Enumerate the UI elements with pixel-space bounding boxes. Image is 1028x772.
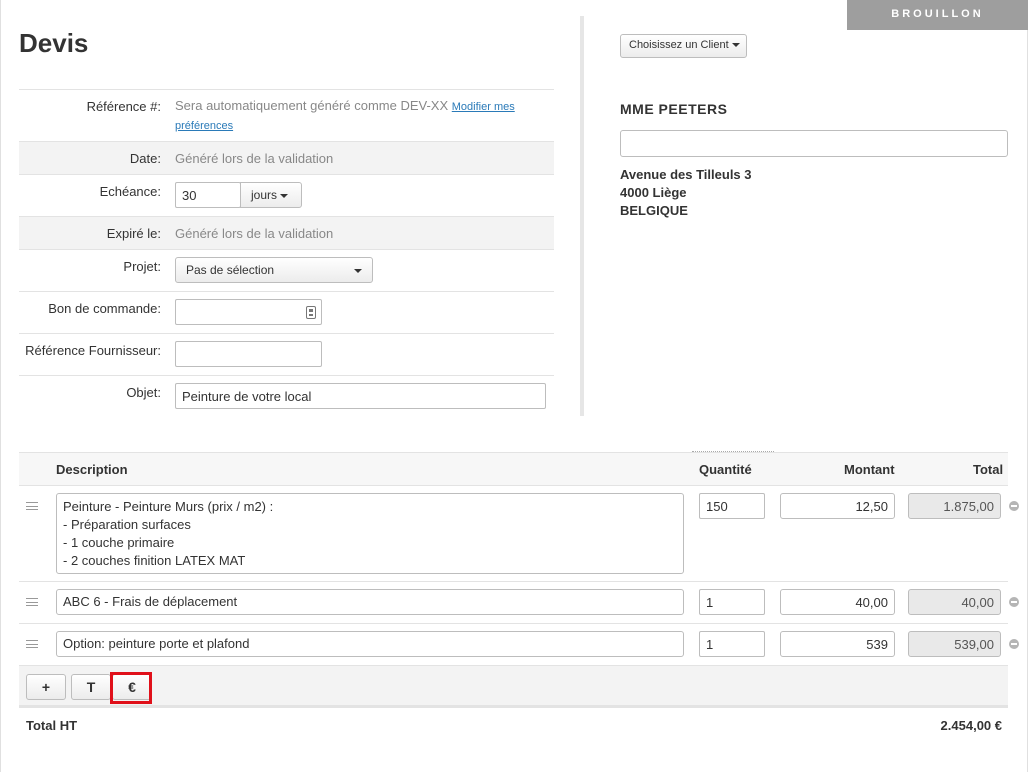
line-quantity-input[interactable]: 1 bbox=[699, 631, 765, 657]
subject-row: Objet: Peinture de votre local bbox=[19, 376, 554, 418]
drag-handle-icon[interactable] bbox=[26, 502, 38, 510]
date-label: Date: bbox=[129, 151, 161, 166]
table-row: ABC 6 - Frais de déplacement 1 40,00 40,… bbox=[19, 582, 1019, 624]
drag-handle-icon[interactable] bbox=[26, 598, 38, 606]
header-description: Description bbox=[56, 462, 128, 477]
supplier-ref-label: Référence Fournisseur: bbox=[25, 343, 161, 358]
due-unit-dropdown[interactable]: jours bbox=[240, 182, 302, 208]
table-row: Option: peinture porte et plafond 1 539 … bbox=[19, 624, 1019, 666]
date-value: Généré lors de la validation bbox=[175, 151, 334, 166]
due-unit-label: jours bbox=[251, 188, 278, 202]
project-label: Projet: bbox=[123, 259, 161, 274]
line-description-input[interactable]: Option: peinture porte et plafond bbox=[56, 631, 684, 657]
status-badge: BROUILLON bbox=[847, 0, 1028, 30]
drag-handle-icon[interactable] bbox=[26, 640, 38, 648]
page-title: Devis bbox=[19, 28, 89, 58]
supplier-ref-row: Référence Fournisseur: bbox=[19, 334, 554, 376]
table-row: Peinture - Peinture Murs (prix / m2) : -… bbox=[19, 486, 1019, 582]
remove-line-icon[interactable] bbox=[1009, 597, 1019, 607]
line-amount-input[interactable]: 539 bbox=[780, 631, 895, 657]
total-ht-label: Total HT bbox=[26, 718, 78, 733]
expires-row: Expiré le: Généré lors de la validation bbox=[19, 217, 554, 250]
subject-label: Objet: bbox=[126, 385, 161, 400]
due-days-input[interactable]: 30 bbox=[175, 182, 241, 208]
total-ht-value: 2.454,00 € bbox=[940, 718, 1002, 733]
chevron-down-icon bbox=[280, 193, 289, 198]
client-address-street: Avenue des Tilleuls 3 bbox=[620, 167, 752, 182]
due-row: Echéance: 30 jours bbox=[19, 175, 554, 217]
client-address-country: BELGIQUE bbox=[620, 203, 688, 218]
remove-line-icon[interactable] bbox=[1009, 639, 1019, 649]
client-field-input[interactable] bbox=[620, 130, 1008, 157]
date-row: Date: Généré lors de la validation bbox=[19, 142, 554, 175]
quote-form: Référence #: Sera automatiquement généré… bbox=[19, 89, 554, 418]
highlight-box bbox=[110, 672, 152, 704]
expires-label: Expiré le: bbox=[106, 226, 161, 241]
header-quantity: Quantité bbox=[699, 462, 752, 477]
line-total-value: 1.875,00 bbox=[908, 493, 1001, 519]
add-text-button[interactable]: T bbox=[71, 674, 111, 700]
column-divider bbox=[580, 16, 584, 416]
line-description-input[interactable]: ABC 6 - Frais de déplacement bbox=[56, 589, 684, 615]
line-description-input[interactable]: Peinture - Peinture Murs (prix / m2) : -… bbox=[56, 493, 684, 574]
add-line-button[interactable]: + bbox=[26, 674, 66, 700]
expires-value: Généré lors de la validation bbox=[175, 226, 334, 241]
client-address-city: 4000 Liège bbox=[620, 185, 687, 200]
project-select[interactable]: Pas de sélection bbox=[175, 257, 373, 283]
purchase-order-input[interactable] bbox=[175, 299, 322, 325]
reference-label: Référence #: bbox=[86, 99, 161, 114]
supplier-ref-input[interactable] bbox=[175, 341, 322, 367]
reference-value: Sera automatiquement généré comme DEV-XX bbox=[175, 98, 449, 113]
remove-line-icon[interactable] bbox=[1009, 501, 1019, 511]
client-name: MME PEETERS bbox=[620, 101, 728, 117]
chevron-down-icon bbox=[354, 269, 362, 273]
reference-value-block: Sera automatiquement généré comme DEV-XX… bbox=[175, 97, 535, 135]
due-label: Echéance: bbox=[99, 184, 161, 199]
project-select-value: Pas de sélection bbox=[186, 263, 275, 277]
line-toolbar: + T € bbox=[19, 666, 1008, 708]
purchase-order-label: Bon de commande: bbox=[48, 301, 161, 316]
line-quantity-input[interactable]: 150 bbox=[699, 493, 765, 519]
project-row: Projet: Pas de sélection bbox=[19, 250, 554, 292]
line-total-value: 539,00 bbox=[908, 631, 1001, 657]
line-amount-input[interactable]: 12,50 bbox=[780, 493, 895, 519]
subject-input[interactable]: Peinture de votre local bbox=[175, 383, 546, 409]
purchase-order-row: Bon de commande: bbox=[19, 292, 554, 334]
choose-client-dropdown[interactable]: Choisissez un Client bbox=[620, 34, 747, 58]
line-quantity-input[interactable]: 1 bbox=[699, 589, 765, 615]
reference-row: Référence #: Sera automatiquement généré… bbox=[19, 90, 554, 142]
header-total: Total bbox=[973, 462, 1004, 477]
header-amount: Montant bbox=[844, 462, 895, 477]
choose-client-label: Choisissez un Client bbox=[629, 39, 729, 51]
chevron-down-icon bbox=[731, 43, 740, 48]
calculator-icon[interactable] bbox=[306, 306, 316, 319]
line-amount-input[interactable]: 40,00 bbox=[780, 589, 895, 615]
preferences-link[interactable]: préférences bbox=[175, 120, 233, 132]
line-total-value: 40,00 bbox=[908, 589, 1001, 615]
lines-header: Description Quantité Montant Total bbox=[19, 452, 1008, 486]
modify-preferences-link[interactable]: Modifier mes bbox=[452, 101, 515, 113]
